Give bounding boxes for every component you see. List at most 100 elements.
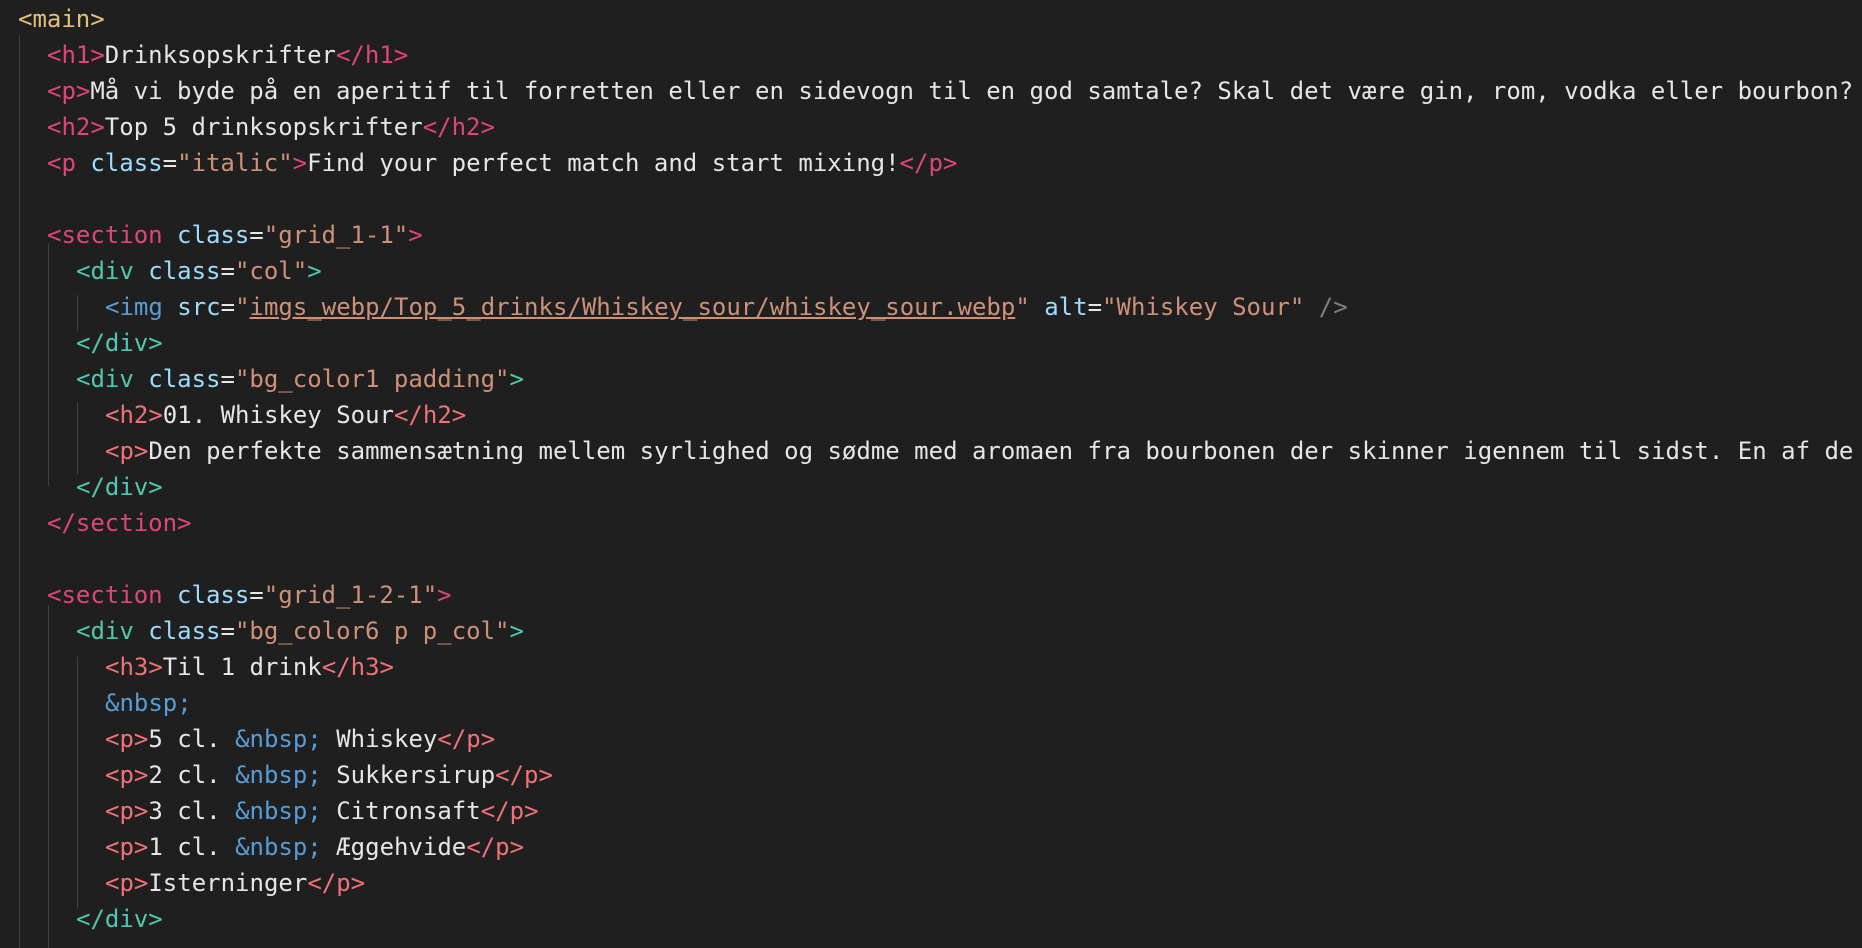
quote: " — [235, 293, 250, 321]
equals-sign: = — [220, 617, 235, 645]
tag-bracket: > — [408, 221, 423, 249]
h2-open-tag: <h2> — [47, 113, 105, 141]
quote: " — [495, 617, 510, 645]
equals-sign: = — [162, 149, 178, 177]
p-open-tag: <p> — [105, 833, 149, 861]
code-line[interactable]: <div class="bg_color1 padding"> — [76, 361, 524, 397]
nbsp-entity: &nbsp; — [235, 797, 322, 825]
p-close-tag: </p> — [437, 725, 496, 753]
equals-sign: = — [1087, 293, 1103, 321]
equals-sign: = — [220, 365, 235, 393]
equals-sign: = — [220, 257, 235, 285]
code-line[interactable]: <h2>01. Whiskey Sour</h2> — [105, 397, 466, 433]
quote: " — [263, 221, 279, 249]
code-line[interactable]: <main> — [18, 1, 105, 37]
ingredient-amount: 1 cl. — [148, 833, 236, 861]
attribute-value: Whiskey Sour — [1116, 293, 1290, 321]
indent-guide — [77, 402, 78, 474]
code-line[interactable]: <h1>Drinksopskrifter</h1> — [47, 37, 408, 73]
div-close-tag: </div> — [76, 329, 163, 357]
p-close-tag: </p> — [495, 761, 553, 789]
ingredient-line[interactable]: <p>3 cl. &nbsp; Citronsaft</p> — [105, 793, 539, 829]
tag-bracket: > — [307, 257, 322, 285]
drink-title: 01. Whiskey Sour — [162, 401, 394, 429]
code-line[interactable]: &nbsp; — [105, 685, 192, 721]
code-line[interactable]: <p>Isterninger</p> — [105, 865, 365, 901]
code-line[interactable]: </div> — [76, 325, 163, 361]
h3-text: Til 1 drink — [162, 653, 322, 681]
nbsp-entity: &nbsp; — [105, 689, 192, 717]
ingredient-name: Sukkersirup — [321, 761, 496, 789]
attribute-value: grid_1-2-1 — [278, 581, 423, 609]
ingredient-amount: 3 cl. — [148, 797, 236, 825]
code-line[interactable]: <p>Den perfekte sammensætning mellem syr… — [105, 433, 1853, 469]
code-line[interactable]: <img src="imgs_webp/Top_5_drinks/Whiskey… — [105, 289, 1348, 325]
ingredient-name: Isterninger — [148, 869, 308, 897]
ingredient-amount: 2 cl. — [148, 761, 236, 789]
ingredient-line[interactable]: <p>2 cl. &nbsp; Sukkersirup</p> — [105, 757, 553, 793]
attribute-value: col — [249, 257, 293, 285]
div-close-tag: </div> — [76, 905, 163, 933]
equals-sign: = — [220, 293, 236, 321]
ingredient-amount: 5 cl. — [148, 725, 236, 753]
h2-close-tag: </h2> — [422, 113, 495, 141]
code-line[interactable]: <p class="italic">Find your perfect matc… — [47, 145, 957, 181]
section-close-tag: </section> — [47, 509, 192, 537]
nbsp-entity: &nbsp; — [235, 725, 322, 753]
code-line[interactable]: <section class="grid_1-2-1"> — [47, 577, 452, 613]
p-open-tag: <p> — [105, 761, 149, 789]
tag-bracket: > — [437, 581, 452, 609]
indent-guide — [19, 35, 20, 948]
attribute-name: class — [148, 257, 221, 285]
attribute-name: src — [177, 293, 221, 321]
div-open-tag: <div — [76, 365, 134, 393]
code-line[interactable]: <div class="bg_color6 p p_col"> — [76, 613, 524, 649]
nbsp-entity: &nbsp; — [235, 833, 322, 861]
attribute-value: italic — [191, 149, 279, 177]
h3-close-tag: </h3> — [321, 653, 394, 681]
quote: " — [422, 581, 438, 609]
nbsp-entity: &nbsp; — [235, 761, 322, 789]
quote: " — [1289, 293, 1305, 321]
indent-guide — [77, 657, 78, 909]
quote: " — [234, 617, 250, 645]
ingredient-line[interactable]: <p>5 cl. &nbsp; Whiskey</p> — [105, 721, 495, 757]
code-line[interactable]: <section class="grid_1-1"> — [47, 217, 423, 253]
h2-close-tag: </h2> — [393, 401, 467, 429]
code-line[interactable]: <h3>Til 1 drink</h3> — [105, 649, 394, 685]
drink-description: Den perfekte sammensætning mellem syrlig… — [148, 437, 1854, 465]
ingredient-line[interactable]: <p>1 cl. &nbsp; Æggehvide</p> — [105, 829, 524, 865]
attribute-value: bg_color1 padding — [249, 365, 496, 393]
code-editor[interactable]: <main> <h1>Drinksopskrifter</h1> <p>Må v… — [0, 0, 1862, 948]
img-open-tag: <img — [105, 293, 163, 321]
div-open-tag: <div — [76, 617, 134, 645]
p-close-tag: </p> — [899, 149, 958, 177]
h2-text: Top 5 drinksopskrifter — [104, 113, 423, 141]
section-open-tag: <section — [47, 581, 163, 609]
code-line[interactable]: </div> — [76, 469, 163, 505]
p-open-tag: <p> — [105, 437, 149, 465]
attribute-name: class — [148, 365, 221, 393]
code-line[interactable]: <h2>Top 5 drinksopskrifter</h2> — [47, 109, 495, 145]
attribute-name: class — [148, 617, 221, 645]
h1-open-tag: <h1> — [47, 41, 105, 69]
code-line[interactable]: <p>Må vi byde på en aperitif til forrett… — [47, 73, 1853, 109]
quote: " — [292, 257, 308, 285]
self-closing-tag: /> — [1318, 293, 1348, 321]
p-open-tag: <p> — [105, 797, 149, 825]
h1-close-tag: </h1> — [335, 41, 409, 69]
image-src-link[interactable]: imgs_webp/Top_5_drinks/Whiskey_sour/whis… — [250, 293, 1016, 321]
code-line[interactable]: </div> — [76, 901, 163, 937]
p-open-tag: <p — [47, 149, 76, 177]
quote: " — [495, 365, 510, 393]
code-line[interactable]: </section> — [47, 505, 192, 541]
section-open-tag: <section — [47, 221, 163, 249]
attribute-name: alt — [1044, 293, 1088, 321]
attribute-value: bg_color6 p p_col — [249, 617, 496, 645]
quote: " — [1102, 293, 1117, 321]
intro-text: Må vi byde på en aperitif til forretten … — [90, 77, 1854, 105]
main-open-tag: <main> — [18, 5, 105, 33]
attribute-name: class — [90, 149, 163, 177]
code-line[interactable]: <div class="col"> — [76, 253, 322, 289]
p-open-tag: <p> — [105, 725, 149, 753]
